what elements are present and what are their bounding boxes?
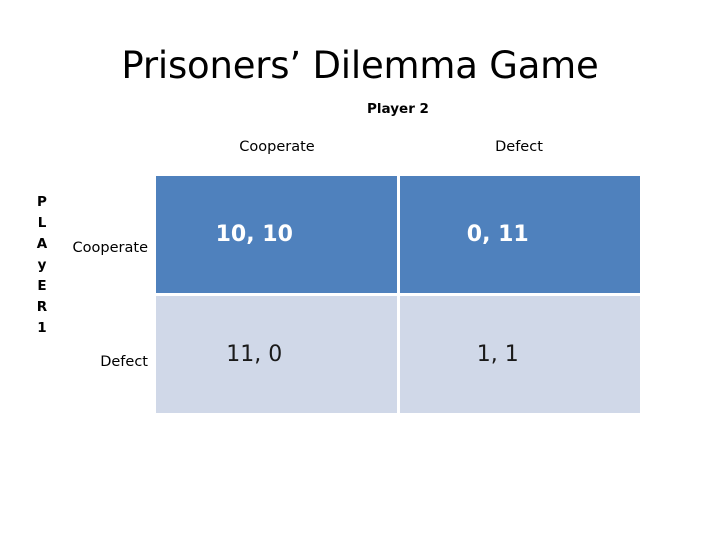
row-axis-title-letter: y xyxy=(37,257,47,273)
payoff-cell-cooperate-cooperate: 10, 10 xyxy=(156,176,397,293)
row-axis-title-letter: R xyxy=(36,299,48,315)
column-header-defect: Defect xyxy=(495,139,543,155)
payoff-value: 11, 0 xyxy=(226,341,283,367)
payoff-value: 1, 1 xyxy=(476,341,519,367)
payoff-cell-defect-defect: 1, 1 xyxy=(399,296,640,413)
page-title: Prisoners’ Dilemma Game xyxy=(121,44,599,87)
payoff-matrix: 10, 10 0, 11 11, 0 1, 1 xyxy=(156,176,640,413)
column-header-cooperate: Cooperate xyxy=(239,139,315,155)
row-axis-title-letter: 1 xyxy=(37,320,47,336)
payoff-value: 10, 10 xyxy=(215,221,293,247)
slide-canvas: Prisoners’ Dilemma Game Player 2 Coopera… xyxy=(0,0,720,540)
payoff-cell-defect-cooperate: 11, 0 xyxy=(156,296,397,413)
row-header-cooperate: Cooperate xyxy=(72,240,148,256)
row-axis-title-letter: L xyxy=(37,215,47,231)
column-axis-title-player-2: Player 2 xyxy=(367,101,429,117)
row-axis-title-letter: E xyxy=(37,278,47,294)
row-axis-title-letter: A xyxy=(36,236,48,252)
row-header-defect: Defect xyxy=(100,354,148,370)
payoff-cell-cooperate-defect: 0, 11 xyxy=(399,176,640,293)
row-axis-title-player-1: P L A y E R 1 xyxy=(34,192,50,339)
payoff-value: 0, 11 xyxy=(466,221,529,247)
row-axis-title-letter: P xyxy=(37,194,47,210)
